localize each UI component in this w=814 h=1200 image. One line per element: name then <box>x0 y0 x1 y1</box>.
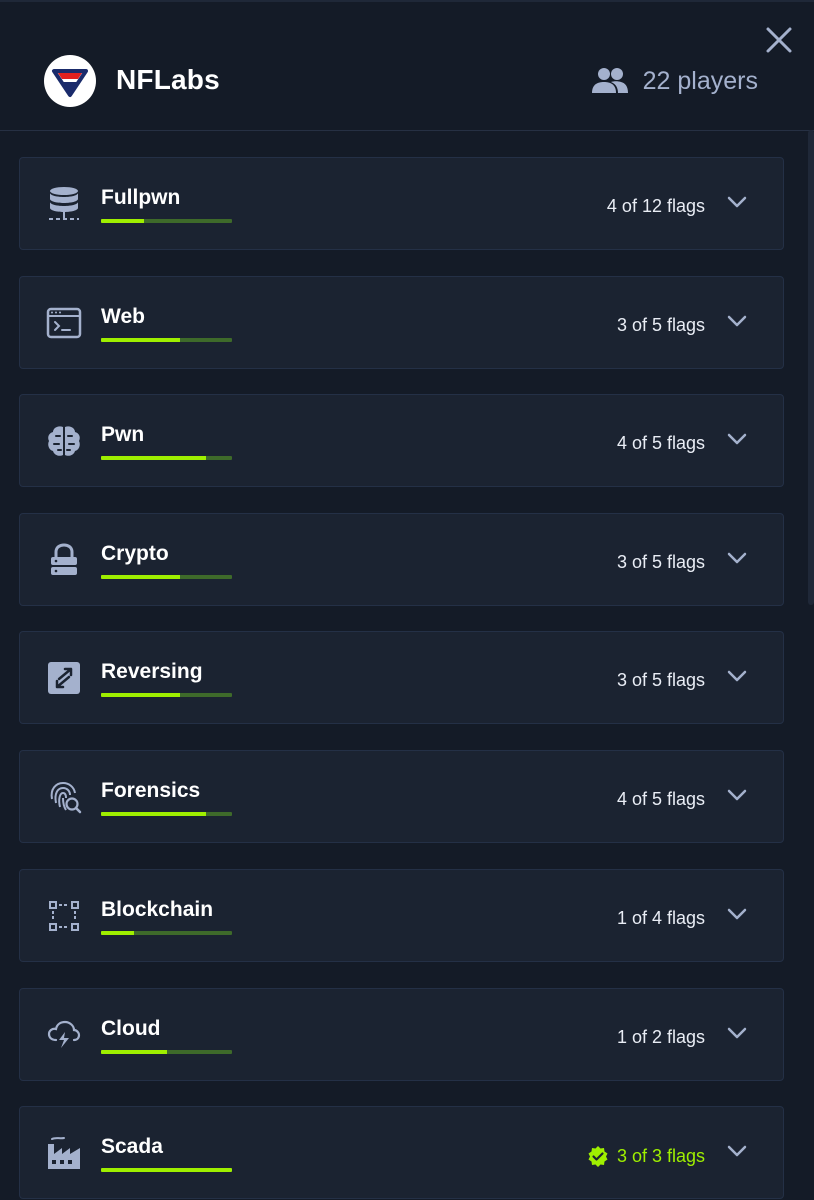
chevron-down-icon[interactable] <box>726 1025 748 1041</box>
flags-label: 3 of 5 flags <box>616 552 705 572</box>
database-icon <box>46 186 82 222</box>
brain-icon <box>46 423 82 459</box>
category-card-reversing[interactable]: Reversing 3 of 5 flags <box>19 631 784 724</box>
chevron-down-icon[interactable] <box>726 431 748 447</box>
progress-bar <box>101 456 232 460</box>
progress-fill <box>101 1168 232 1172</box>
category-card-blockchain[interactable]: Blockchain 1 of 4 flags <box>19 869 784 962</box>
category-name: Cloud <box>101 1017 161 1040</box>
category-name: Fullpwn <box>101 186 181 209</box>
flags-count: 4 of 12 flags <box>607 196 705 217</box>
flags-label: 1 of 4 flags <box>616 908 705 928</box>
progress-fill <box>101 931 134 935</box>
flags-label: 3 of 5 flags <box>616 315 705 335</box>
flags-label: 4 of 12 flags <box>606 196 705 216</box>
reverse-arrows-icon <box>46 660 82 696</box>
chevron-down-icon[interactable] <box>726 906 748 922</box>
flags-label: 4 of 5 flags <box>616 789 705 809</box>
progress-fill <box>101 1050 167 1054</box>
chevron-down-icon[interactable] <box>726 668 748 684</box>
flags-count: 3 of 3 flags <box>587 1145 705 1167</box>
team-header: NFLabs 22 players <box>0 0 814 131</box>
team-name: NFLabs <box>116 64 220 95</box>
flags-count: 4 of 5 flags <box>617 433 705 454</box>
category-name: Reversing <box>101 660 203 683</box>
flags-count: 3 of 5 flags <box>617 552 705 573</box>
category-name: Blockchain <box>101 898 214 921</box>
blockchain-nodes-icon <box>46 898 82 934</box>
factory-icon <box>46 1135 82 1171</box>
flags-label: 4 of 5 flags <box>616 433 705 453</box>
fingerprint-search-icon <box>46 779 82 815</box>
category-name: Crypto <box>101 542 169 565</box>
category-card-web[interactable]: Web 3 of 5 flags <box>19 276 784 369</box>
chevron-down-icon[interactable] <box>726 1143 748 1159</box>
progress-bar <box>101 1050 232 1054</box>
category-name: Forensics <box>101 779 201 802</box>
flags-label: 3 of 5 flags <box>616 670 705 690</box>
progress-bar <box>101 1168 232 1172</box>
progress-fill <box>101 693 180 697</box>
flags-count: 3 of 5 flags <box>617 315 705 336</box>
category-name: Pwn <box>101 423 145 446</box>
progress-bar <box>101 931 232 935</box>
cloud-bolt-icon <box>46 1017 82 1053</box>
chevron-down-icon[interactable] <box>726 313 748 329</box>
category-name: Scada <box>101 1135 163 1158</box>
players-count: 22 players <box>591 64 758 98</box>
category-card-fullpwn[interactable]: Fullpwn 4 of 12 flags <box>19 157 784 250</box>
flags-count: 4 of 5 flags <box>617 789 705 810</box>
progress-bar <box>101 338 232 342</box>
flags-count: 1 of 2 flags <box>617 1027 705 1048</box>
close-button[interactable] <box>764 25 794 55</box>
scrollbar[interactable] <box>808 130 814 605</box>
chevron-down-icon[interactable] <box>726 787 748 803</box>
chevron-down-icon[interactable] <box>726 550 748 566</box>
category-card-crypto[interactable]: Crypto 3 of 5 flags <box>19 513 784 606</box>
category-card-cloud[interactable]: Cloud 1 of 2 flags <box>19 988 784 1081</box>
flags-label: 3 of 3 flags <box>616 1145 705 1166</box>
players-label: 22 players <box>642 66 758 95</box>
flags-label: 1 of 2 flags <box>616 1027 705 1047</box>
category-card-scada[interactable]: Scada 3 of 3 flags <box>19 1106 784 1199</box>
users-icon <box>591 68 628 93</box>
category-card-pwn[interactable]: Pwn 4 of 5 flags <box>19 394 784 487</box>
category-name: Web <box>101 305 145 328</box>
flags-count: 1 of 4 flags <box>617 908 705 929</box>
top-divider <box>0 0 814 2</box>
progress-bar <box>101 575 232 579</box>
progress-fill <box>101 812 206 816</box>
terminal-window-icon <box>46 305 82 341</box>
progress-bar <box>101 219 232 223</box>
flags-count: 3 of 5 flags <box>617 670 705 691</box>
progress-fill <box>101 456 206 460</box>
team-logo <box>44 55 96 107</box>
check-badge-icon <box>588 1146 608 1167</box>
progress-fill <box>101 338 180 342</box>
progress-bar <box>101 812 232 816</box>
category-card-forensics[interactable]: Forensics 4 of 5 flags <box>19 750 784 843</box>
lock-icon <box>46 542 82 578</box>
progress-fill <box>101 219 145 223</box>
progress-bar <box>101 693 232 697</box>
close-icon <box>766 27 792 53</box>
progress-fill <box>101 575 180 579</box>
chevron-down-icon[interactable] <box>726 194 748 210</box>
